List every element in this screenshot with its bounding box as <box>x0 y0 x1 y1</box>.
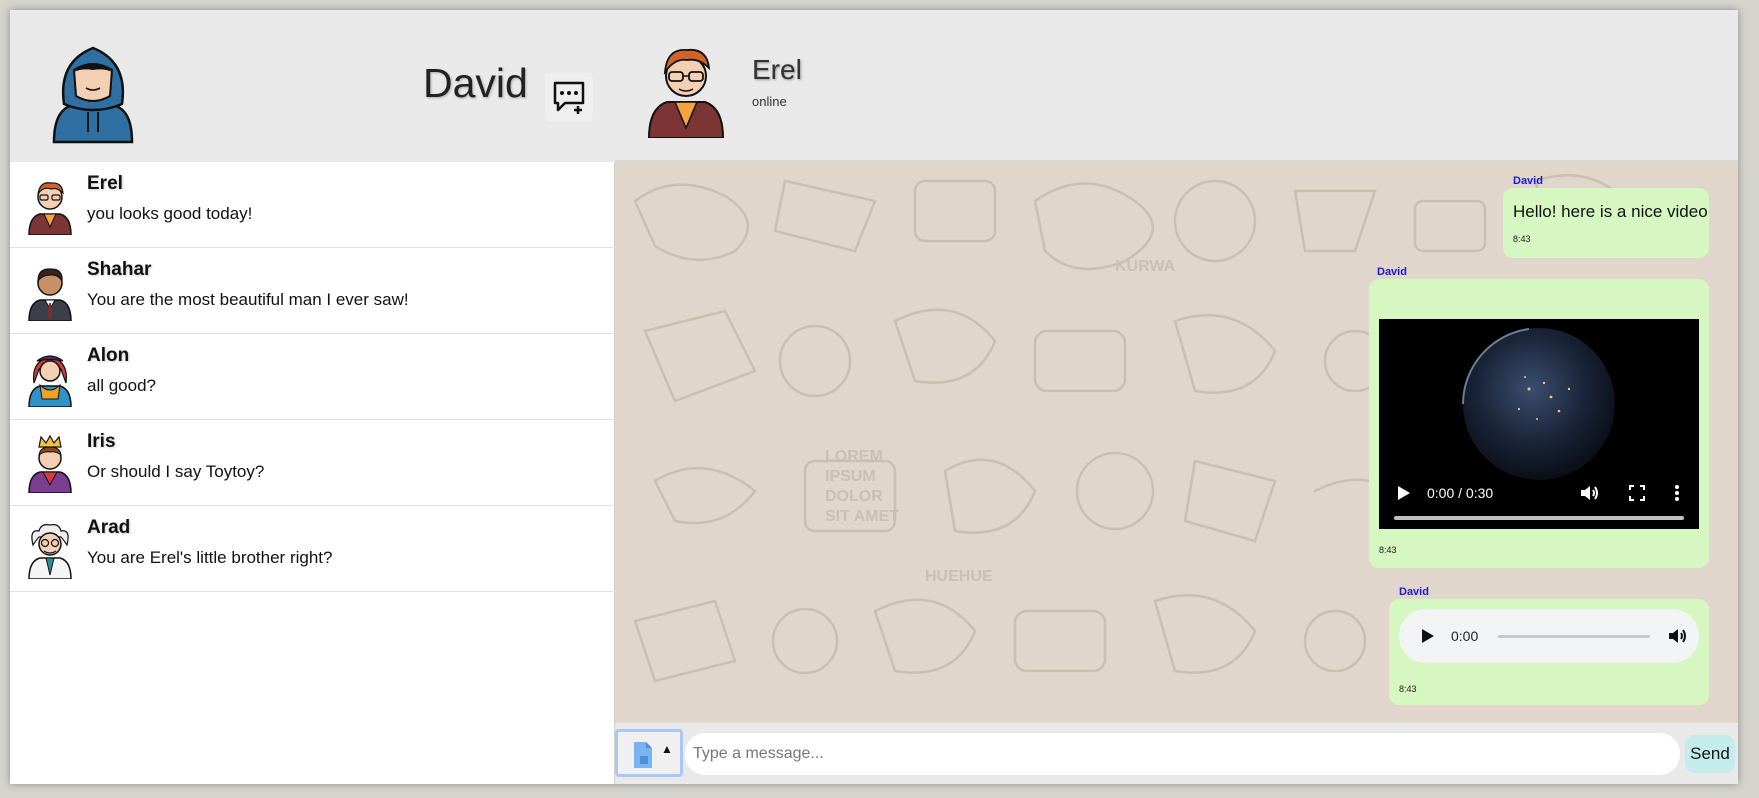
contact-name: Arad <box>87 517 131 538</box>
contact-name: Iris <box>87 431 116 452</box>
message-time: 8:43 <box>1379 545 1397 555</box>
svg-text:HUEHUE: HUEHUE <box>925 568 993 585</box>
svg-text:SIT AMET: SIT AMET <box>825 508 899 525</box>
user-header: David <box>10 10 615 162</box>
chat-app: David Erel you looks good today! Shahar … <box>10 10 1738 784</box>
file-attach-icon <box>634 742 652 768</box>
message-audio: David 0:00 8:43 <box>1389 586 1709 716</box>
contact-last-message: Or should I say Toytoy? <box>87 462 265 481</box>
contact-avatar <box>28 434 72 493</box>
attach-dropdown-button[interactable]: ▲ <box>615 729 683 777</box>
contact-last-message: You are Erel's little brother right? <box>87 548 333 567</box>
more-options-icon[interactable] <box>1665 481 1689 505</box>
audio-time: 0:00 <box>1451 628 1479 644</box>
chat-panel: Erel online LOREM IPSUM DOLOR SIT AMET H… <box>615 10 1738 784</box>
contact-name: Alon <box>87 345 130 366</box>
audio-progress-bar[interactable] <box>1498 635 1650 638</box>
message-time: 8:43 <box>1513 234 1531 244</box>
chat-header: Erel online <box>615 10 1738 161</box>
contact-item-alon[interactable]: Alon all good? <box>10 334 615 420</box>
contact-name: Erel <box>87 173 123 194</box>
contact-item-arad[interactable]: Arad You are Erel's little brother right… <box>10 506 615 592</box>
contact-avatar <box>28 524 72 579</box>
svg-text:LOREM: LOREM <box>825 448 883 465</box>
message-area: LOREM IPSUM DOLOR SIT AMET HUEHUE KURWA … <box>615 161 1738 723</box>
peer-name: Erel <box>752 54 802 85</box>
audio-player[interactable]: 0:00 <box>1399 609 1699 663</box>
contact-last-message: You are the most beautiful man I ever sa… <box>87 290 409 309</box>
contact-avatar <box>28 268 72 321</box>
contact-item-erel[interactable]: Erel you looks good today! <box>10 162 615 248</box>
new-chat-button[interactable] <box>545 73 593 121</box>
svg-text:KURWA: KURWA <box>1115 258 1176 275</box>
message-text-content: Hello! here is a nice video <box>1513 202 1708 221</box>
message-bubble: 0:00 8:43 <box>1389 599 1709 705</box>
composer-bar: ▲ Send <box>615 723 1738 784</box>
play-icon[interactable] <box>1391 481 1415 505</box>
peer-avatar <box>647 48 725 138</box>
user-name: David <box>423 60 528 106</box>
contact-avatar <box>28 355 72 407</box>
svg-text:DOLOR: DOLOR <box>825 488 883 505</box>
chat-add-icon <box>553 81 585 114</box>
play-icon[interactable] <box>1415 624 1439 648</box>
contact-last-message: you looks good today! <box>87 204 253 223</box>
message-bubble: Hello! here is a nice video 8:43 <box>1503 188 1709 258</box>
contact-last-message: all good? <box>87 376 157 395</box>
message-video: David 0:00 / 0:30 8:43 <box>1369 266 1709 576</box>
user-avatar <box>52 46 134 144</box>
contacts-panel: David Erel you looks good today! Shahar … <box>10 10 615 784</box>
contact-item-shahar[interactable]: Shahar You are the most beautiful man I … <box>10 248 615 334</box>
send-button[interactable]: Send <box>1685 735 1735 773</box>
peer-status: online <box>752 94 787 109</box>
message-text: David Hello! here is a nice video 8:43 <box>1503 161 1709 261</box>
message-bubble: 0:00 / 0:30 8:43 <box>1369 279 1709 568</box>
video-time: 0:00 / 0:30 <box>1427 485 1494 501</box>
svg-text:IPSUM: IPSUM <box>825 468 876 485</box>
contact-name: Shahar <box>87 259 152 280</box>
fullscreen-icon[interactable] <box>1625 481 1649 505</box>
contact-avatar <box>28 182 72 235</box>
volume-icon[interactable] <box>1577 481 1601 505</box>
video-progress-bar[interactable] <box>1394 516 1684 520</box>
message-sender: David <box>1399 586 1429 598</box>
video-player[interactable]: 0:00 / 0:30 <box>1379 319 1699 529</box>
contact-list: Erel you looks good today! Shahar You ar… <box>10 162 615 592</box>
message-sender: David <box>1513 175 1543 187</box>
message-sender: David <box>1377 266 1407 278</box>
volume-icon[interactable] <box>1665 624 1689 648</box>
message-input[interactable] <box>685 733 1680 775</box>
video-controls: 0:00 / 0:30 <box>1379 469 1699 529</box>
contact-item-iris[interactable]: Iris Or should I say Toytoy? <box>10 420 615 506</box>
message-time: 8:43 <box>1399 684 1417 694</box>
caret-up-icon: ▲ <box>661 742 673 756</box>
